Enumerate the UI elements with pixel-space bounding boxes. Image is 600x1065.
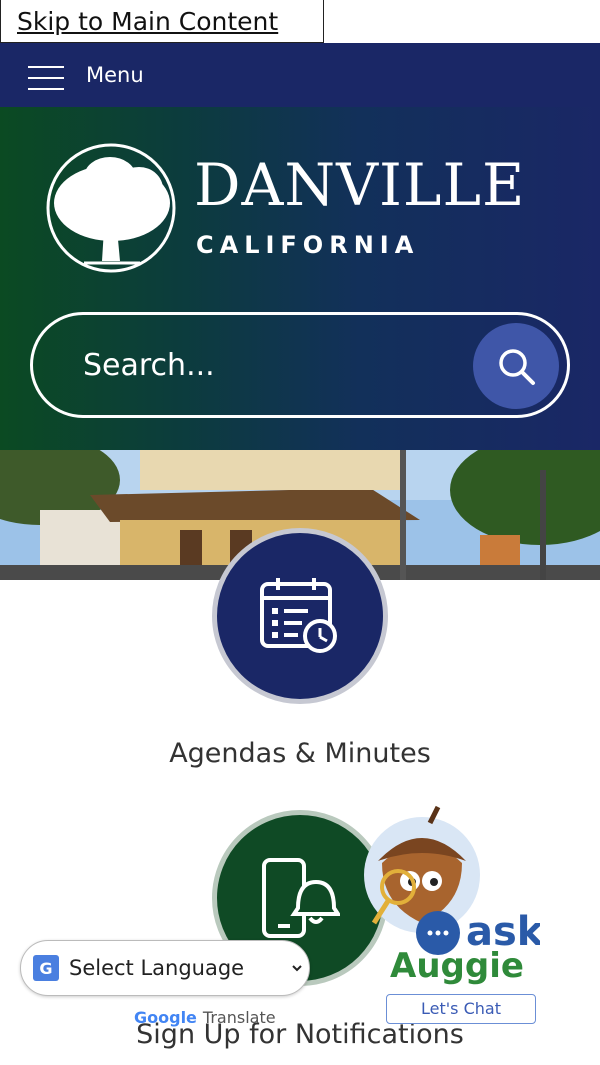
skip-to-main-content-link[interactable]: Skip to Main Content bbox=[0, 0, 324, 43]
search-input[interactable] bbox=[83, 337, 463, 393]
lets-chat-button[interactable]: Let's Chat bbox=[386, 994, 536, 1024]
svg-text:Auggie: Auggie bbox=[390, 946, 524, 986]
agendas-minutes-link[interactable] bbox=[212, 528, 388, 704]
hamburger-menu-icon[interactable] bbox=[28, 62, 64, 90]
search-form bbox=[30, 312, 570, 418]
google-logo-text: Google bbox=[134, 1008, 197, 1027]
search-icon bbox=[499, 349, 535, 385]
agendas-minutes-label[interactable]: Agendas & Minutes bbox=[0, 738, 600, 769]
logo-subtitle: CALIFORNIA bbox=[196, 231, 420, 259]
menu-button-label[interactable]: Menu bbox=[86, 63, 144, 87]
oak-tree-logo-icon[interactable] bbox=[44, 141, 178, 275]
top-nav-bar: Menu bbox=[0, 43, 600, 107]
calendar-clock-icon bbox=[260, 578, 337, 653]
language-select[interactable]: Select Language bbox=[65, 955, 305, 981]
logo-wordmark[interactable]: DANVILLE bbox=[194, 150, 525, 220]
translate-word[interactable]: Translate bbox=[203, 1008, 276, 1027]
phone-bell-icon bbox=[262, 858, 340, 938]
search-button[interactable] bbox=[473, 323, 559, 409]
google-translate-icon: G bbox=[33, 955, 59, 981]
google-translate-widget: G Select Language bbox=[20, 940, 310, 996]
ask-auggie-chatbot[interactable]: ask Auggie bbox=[360, 805, 540, 1025]
powered-by-google-translate: Google Translate bbox=[134, 1008, 276, 1027]
